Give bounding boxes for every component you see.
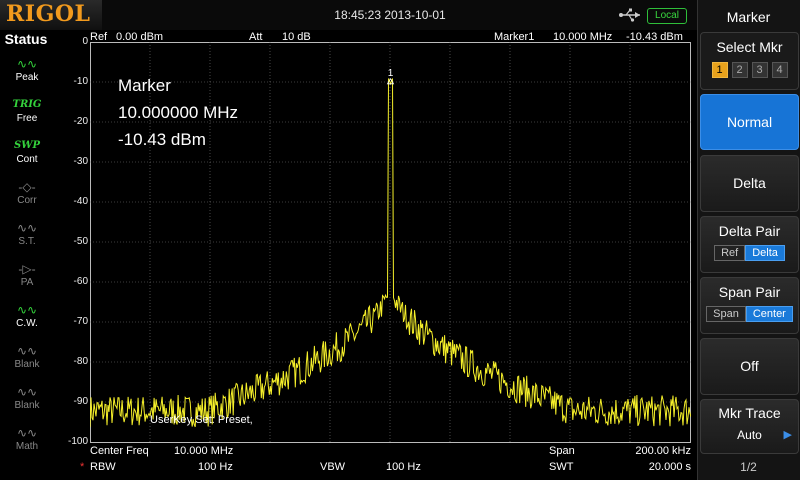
menu-page-indicator: 1/2 <box>740 460 757 474</box>
status-cw-label: C.W. <box>16 318 38 329</box>
vbw-label[interactable]: VBW <box>320 461 345 473</box>
status-blank2: ∿∿ Blank <box>6 384 48 422</box>
usb-icon <box>619 8 640 22</box>
normal-key[interactable]: Normal <box>700 94 799 150</box>
rbw-coupling-star: * <box>80 461 85 473</box>
status-blank2-label: Blank <box>14 400 40 411</box>
menu-title: Marker <box>726 9 771 25</box>
center-freq-label[interactable]: Center Freq <box>90 445 149 457</box>
mkr-trace-value: Auto <box>737 428 762 442</box>
mkr-trace-label: Mkr Trace <box>718 405 781 421</box>
status-peak-label: Peak <box>15 72 39 83</box>
select-mkr-options: 1234 <box>701 60 798 78</box>
status-blank1: ∿∿ Blank <box>6 343 48 381</box>
blank-icon: ∿∿ <box>16 385 38 399</box>
cw-icon: ∿∿ <box>16 303 38 317</box>
y-tick-label: -50 <box>73 236 88 247</box>
span-pair-key[interactable]: Span Pair Span Center <box>700 277 799 334</box>
status-swp: SWP Cont <box>6 138 48 176</box>
delta-pair-options: Ref Delta <box>701 245 798 261</box>
center-freq-value: 10.000 MHz <box>174 445 234 457</box>
status-trig-tag: TRIG <box>12 99 42 110</box>
mkr-trace-key[interactable]: Mkr Trace Auto ▶ <box>700 399 799 454</box>
status-math-label: Math <box>15 441 39 452</box>
math-icon: ∿∿ <box>16 426 38 440</box>
arrow-right-icon: ▶ <box>783 429 792 441</box>
status-title: Status <box>4 31 48 47</box>
status-swp-label: Cont <box>16 154 38 165</box>
status-pa: -▷- PA <box>6 261 48 299</box>
status-blank1-label: Blank <box>14 359 40 370</box>
select-mkr-label: Select Mkr <box>716 39 783 55</box>
status-peak: ∿∿ Peak <box>6 56 48 94</box>
delta-pair-option-ref[interactable]: Ref <box>714 245 746 261</box>
delta-pair-label: Delta Pair <box>718 223 781 239</box>
datetime: 18:45:23 2013-10-01 <box>334 8 446 22</box>
status-swp-tag: SWP <box>14 140 40 151</box>
pa-icon: -▷- <box>18 262 36 276</box>
off-key[interactable]: Off <box>700 338 799 395</box>
blank-icon: ∿∿ <box>16 344 38 358</box>
vbw-value: 100 Hz <box>386 461 421 473</box>
y-tick-label: -40 <box>73 196 88 207</box>
marker-readout: Marker 10.000000 MHz -10.43 dBm <box>118 72 238 153</box>
y-tick-label: -20 <box>73 116 88 127</box>
status-st: ∿∿ S.T. <box>6 220 48 258</box>
select-mkr-option-2[interactable]: 2 <box>731 62 748 78</box>
brand-text: RIGOL <box>6 1 91 27</box>
span-label[interactable]: Span <box>549 445 575 457</box>
rbw-value: 100 Hz <box>198 461 233 473</box>
swt-label[interactable]: SWT <box>549 461 573 473</box>
y-tick-label: -70 <box>73 316 88 327</box>
status-corr: -◇- Corr <box>6 179 48 217</box>
span-pair-label: Span Pair <box>718 284 781 300</box>
status-math: ∿∿ Math <box>6 425 48 463</box>
select-mkr-option-1[interactable]: 1 <box>711 62 728 78</box>
delta-pair-key[interactable]: Delta Pair Ref Delta <box>700 216 799 273</box>
delta-key[interactable]: Delta <box>700 155 799 212</box>
marker-readout-title: Marker <box>118 76 171 95</box>
y-tick-label: 0 <box>82 36 88 47</box>
y-tick-label: -60 <box>73 276 88 287</box>
span-value: 200.00 kHz <box>635 445 691 457</box>
delta-pair-option-delta[interactable]: Delta <box>745 245 785 261</box>
span-pair-options: Span Center <box>701 306 798 322</box>
marker-readout-freq: 10.000000 MHz <box>118 103 239 122</box>
local-indicator[interactable]: Local <box>647 8 687 24</box>
userkey-status: UserKey Set: Preset, <box>150 414 253 426</box>
off-label: Off <box>740 358 759 374</box>
normal-label: Normal <box>726 114 773 130</box>
status-pa-label: PA <box>20 277 34 288</box>
y-tick-label: -90 <box>73 396 88 407</box>
status-trig: TRIG Free <box>6 97 48 135</box>
peak-icon: ∿∿ <box>16 57 38 71</box>
select-mkr-option-4[interactable]: 4 <box>771 62 788 78</box>
select-mkr-option-3[interactable]: 3 <box>751 62 768 78</box>
rbw-label[interactable]: RBW <box>90 461 116 473</box>
y-tick-label: -30 <box>73 156 88 167</box>
mkr-trace-value-row: Auto ▶ <box>701 428 798 442</box>
status-trig-label: Free <box>16 113 38 124</box>
y-tick-label: -100 <box>67 436 88 447</box>
status-corr-label: Corr <box>17 195 37 206</box>
brand-logo: RIGOL <box>0 0 102 30</box>
select-mkr-key[interactable]: Select Mkr 1234 <box>700 32 799 90</box>
span-pair-option-span[interactable]: Span <box>706 306 746 322</box>
y-tick-label: -80 <box>73 356 88 367</box>
swt-value: 20.000 s <box>648 461 691 473</box>
status-st-label: S.T. <box>18 236 36 247</box>
marker-flag-label: 1 <box>388 68 394 79</box>
st-icon: ∿∿ <box>16 221 38 235</box>
marker-readout-level: -10.43 dBm <box>118 130 206 149</box>
delta-label: Delta <box>733 175 766 191</box>
status-cw: ∿∿ C.W. <box>6 302 48 340</box>
y-tick-label: -10 <box>73 76 88 87</box>
corr-icon: -◇- <box>18 180 36 194</box>
span-pair-option-center[interactable]: Center <box>745 306 793 322</box>
